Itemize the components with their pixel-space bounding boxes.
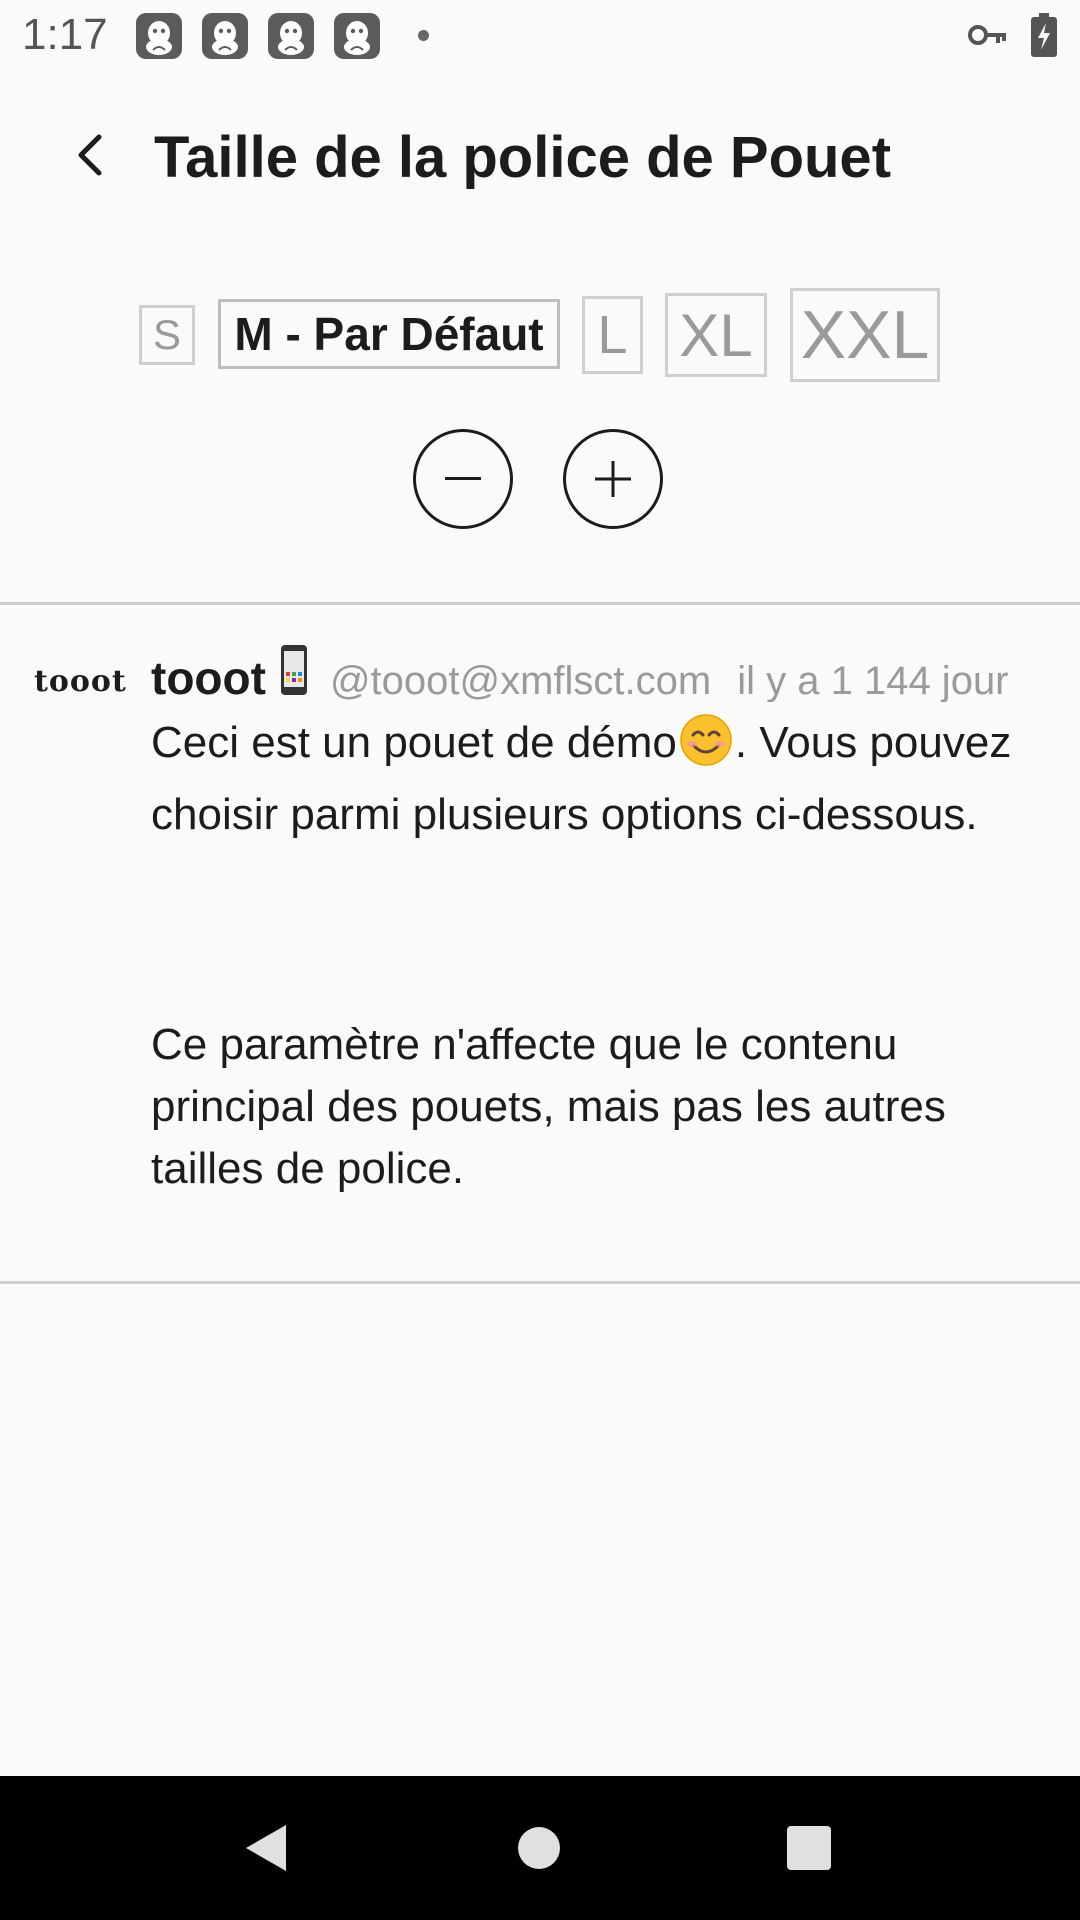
battery-charging-icon <box>1031 13 1057 62</box>
font-size-s-option[interactable]: S <box>139 305 195 365</box>
increase-font-button[interactable] <box>563 429 663 529</box>
toot-paragraph: Ceci est un pouet de démo . Vous pouvez … <box>151 712 1051 846</box>
status-bar: 1:17 <box>0 0 1080 72</box>
back-button[interactable] <box>58 120 122 190</box>
mastodon-notification-icon <box>136 13 182 59</box>
vpn-key-icon <box>968 22 1008 53</box>
toot-display-name[interactable]: tooot <box>151 651 266 702</box>
font-size-m-option[interactable]: M - Par Défaut <box>218 299 560 369</box>
page-title: Taille de la police de Pouet <box>154 125 892 190</box>
nav-back-button[interactable] <box>206 1776 326 1920</box>
font-size-l-option[interactable]: L <box>582 296 643 374</box>
font-size-xxl-option[interactable]: XXL <box>790 288 940 382</box>
minus-icon <box>445 477 481 480</box>
divider <box>0 602 1080 605</box>
toot-header: tooot @tooot@xmflsct.com il y a 1 144 jo… <box>151 642 1071 702</box>
more-notifications-dot <box>418 30 429 41</box>
status-time: 1:17 <box>22 10 108 59</box>
plus-icon <box>595 461 631 497</box>
avatar[interactable]: tooot <box>34 664 126 704</box>
toot-account[interactable]: @tooot@xmflsct.com <box>330 659 711 702</box>
nav-home-button[interactable] <box>479 1776 599 1920</box>
mastodon-notification-icon <box>202 13 248 59</box>
font-size-xl-option[interactable]: XL <box>665 293 767 377</box>
decrease-font-button[interactable] <box>413 429 513 529</box>
mastodon-notification-icon <box>334 13 380 59</box>
toot-text: Ceci est un pouet de démo <box>151 718 677 767</box>
mastodon-notification-icon <box>268 13 314 59</box>
divider <box>0 1281 1080 1284</box>
smiling-face-icon <box>679 713 733 784</box>
chevron-left-icon <box>78 134 102 176</box>
nav-home-circle-icon <box>518 1827 560 1869</box>
system-navigation-bar <box>0 1776 1080 1920</box>
nav-back-triangle-icon <box>246 1825 286 1871</box>
toot-content: Ceci est un pouet de démo . Vous pouvez … <box>151 712 1051 1200</box>
mobile-phone-icon <box>280 644 308 701</box>
nav-recent-button[interactable] <box>749 1776 869 1920</box>
toot-paragraph: Ce paramètre n'affecte que le contenu pr… <box>151 1020 946 1193</box>
nav-recent-square-icon <box>787 1826 831 1870</box>
toot-timestamp: il y a 1 144 jour <box>737 659 1009 702</box>
